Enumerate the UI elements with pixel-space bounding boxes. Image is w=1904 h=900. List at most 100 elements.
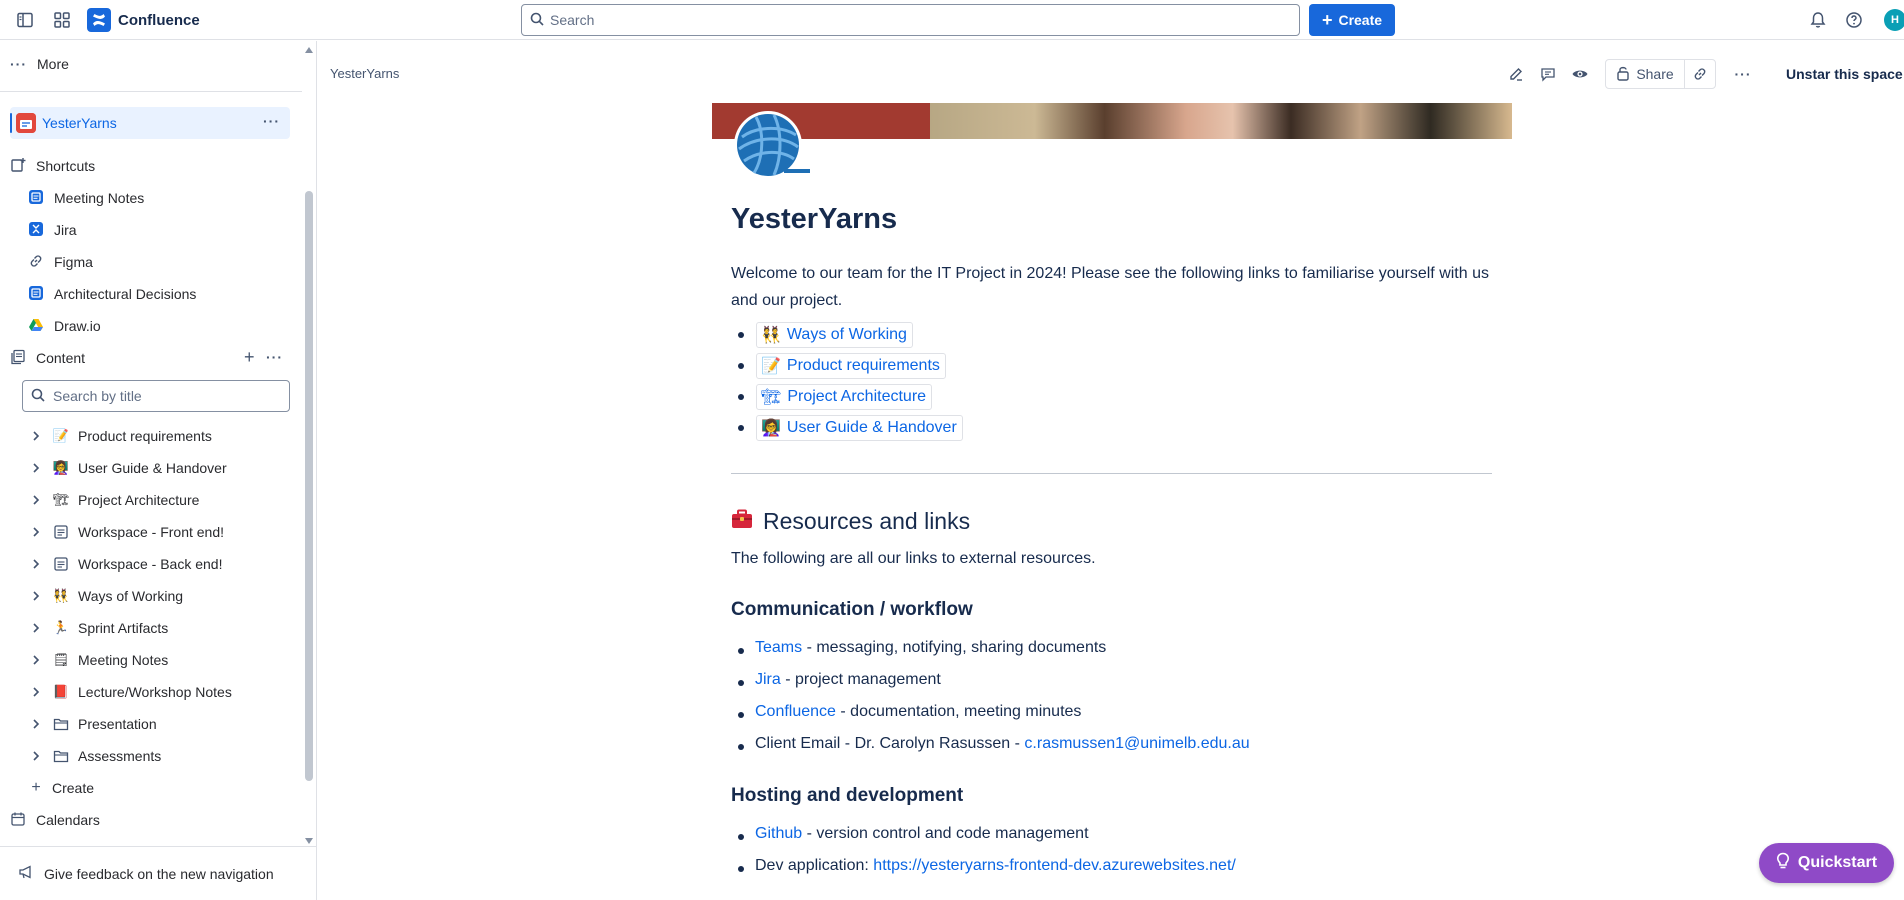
sidebar-toggle-icon[interactable] xyxy=(13,8,37,32)
share-button[interactable]: Share xyxy=(1605,59,1685,89)
comment-icon[interactable] xyxy=(1536,62,1560,86)
tree-item-presentation[interactable]: Presentation xyxy=(28,709,290,739)
scroll-down-arrow-icon[interactable] xyxy=(305,838,313,844)
search-input[interactable] xyxy=(550,12,1299,28)
shortcut-figma[interactable]: Figma xyxy=(28,247,308,277)
unstar-space-button[interactable]: Unstar this space xyxy=(1786,66,1903,82)
folder-icon xyxy=(52,716,70,732)
sidebar-calendars[interactable]: Calendars xyxy=(10,805,290,835)
bullet-dot xyxy=(738,712,744,718)
shortcut-label: Figma xyxy=(54,254,93,270)
chevron-right-icon[interactable] xyxy=(28,462,44,474)
chevron-right-icon[interactable] xyxy=(28,526,44,538)
list-item: Dev application: https://yesteryarns-fro… xyxy=(755,857,1236,875)
sidebar-space-yesteryarns[interactable]: YesterYarns ··· xyxy=(10,107,290,139)
inline-card-label: Product requirements xyxy=(786,357,940,374)
dev-application-link[interactable]: https://yesteryarns-frontend-dev.azurewe… xyxy=(873,857,1236,874)
chevron-right-icon[interactable] xyxy=(28,494,44,506)
notepad-emoji-icon: 🗒 xyxy=(52,652,70,667)
sidebar-content[interactable]: Content + ··· xyxy=(10,343,290,373)
list-item-text: - version control and code management xyxy=(802,825,1089,842)
tree-item-ways-of-working[interactable]: 👯 Ways of Working xyxy=(28,581,290,611)
list-item-text: - project management xyxy=(780,671,941,688)
more-actions-icon[interactable]: ··· xyxy=(1731,62,1755,86)
copy-link-icon[interactable] xyxy=(1684,59,1716,89)
notifications-bell-icon[interactable] xyxy=(1806,8,1830,32)
page-intro: Welcome to our team for the IT Project i… xyxy=(731,265,1489,309)
watch-eye-icon[interactable] xyxy=(1568,62,1592,86)
github-link[interactable]: Github xyxy=(755,825,802,842)
list-item: Teams - messaging, notifying, sharing do… xyxy=(755,639,1106,657)
confluence-logo[interactable]: Confluence xyxy=(87,8,200,32)
space-banner-image xyxy=(712,103,1512,139)
teams-link[interactable]: Teams xyxy=(755,639,802,656)
quickstart-button[interactable]: Quickstart xyxy=(1759,843,1894,883)
inline-card-ways-of-working[interactable]: 👯 Ways of Working xyxy=(756,322,913,348)
help-icon[interactable] xyxy=(1842,8,1866,32)
user-avatar[interactable]: H xyxy=(1884,9,1904,31)
calendar-icon xyxy=(10,811,26,830)
content-more-actions-icon[interactable]: ··· xyxy=(266,349,283,365)
feedback-link[interactable]: Give feedback on the new navigation xyxy=(0,846,316,900)
create-button[interactable]: + Create xyxy=(1309,4,1395,36)
shortcuts-label: Shortcuts xyxy=(36,158,96,174)
shortcut-drawio[interactable]: Draw.io xyxy=(28,311,308,341)
yarn-ball-icon xyxy=(730,107,814,181)
sidebar-scrollbar[interactable] xyxy=(302,41,316,851)
chevron-right-icon[interactable] xyxy=(28,654,44,666)
edit-pencil-icon[interactable] xyxy=(1504,62,1528,86)
list-item: Confluence - documentation, meeting minu… xyxy=(755,703,1081,721)
chevron-right-icon[interactable] xyxy=(28,686,44,698)
scroll-thumb[interactable] xyxy=(305,191,313,781)
sidebar-shortcuts[interactable]: Shortcuts xyxy=(10,151,290,181)
tree-item-lecture-notes[interactable]: 📕 Lecture/Workshop Notes xyxy=(28,677,290,707)
inline-card-user-guide[interactable]: 👩‍🏫 User Guide & Handover xyxy=(756,415,963,441)
shortcut-meeting-notes[interactable]: Meeting Notes xyxy=(28,183,308,213)
space-more-actions-icon[interactable]: ··· xyxy=(263,113,280,129)
resources-intro: The following are all our links to exter… xyxy=(731,550,1096,567)
tree-item-project-architecture[interactable]: 🏗 Project Architecture xyxy=(28,485,290,515)
people-emoji-icon: 👯 xyxy=(761,327,781,344)
confluence-link[interactable]: Confluence xyxy=(755,703,836,720)
sidebar-more-label: More xyxy=(37,56,69,72)
content-search-box[interactable] xyxy=(22,380,290,412)
chevron-right-icon[interactable] xyxy=(28,622,44,634)
content-search-input[interactable] xyxy=(53,388,289,404)
tree-item-label: Sprint Artifacts xyxy=(78,620,169,636)
tree-item-workspace-back-end[interactable]: Workspace - Back end! xyxy=(28,549,290,579)
shortcut-label: Meeting Notes xyxy=(54,190,145,206)
inline-card-project-architecture[interactable]: 🏗 Project Architecture xyxy=(756,384,933,410)
tree-item-user-guide[interactable]: 👩‍🏫 User Guide & Handover xyxy=(28,453,290,483)
inline-card-label: Project Architecture xyxy=(787,388,927,405)
communication-heading: Communication / workflow xyxy=(731,599,973,620)
chevron-right-icon[interactable] xyxy=(28,430,44,442)
shortcut-architectural-decisions[interactable]: Architectural Decisions xyxy=(28,279,308,309)
shortcut-jira[interactable]: Jira xyxy=(28,215,308,245)
jira-link[interactable]: Jira xyxy=(755,671,781,688)
jira-icon xyxy=(28,221,44,240)
client-email-link[interactable]: c.rasmussen1@unimelb.edu.au xyxy=(1024,735,1249,752)
memo-emoji-icon: 📝 xyxy=(52,428,70,443)
sidebar-create-page[interactable]: + Create xyxy=(28,773,290,803)
tree-item-workspace-front-end[interactable]: Workspace - Front end! xyxy=(28,517,290,547)
chevron-right-icon[interactable] xyxy=(28,750,44,762)
tree-item-assessments[interactable]: Assessments xyxy=(28,741,290,771)
add-content-plus-icon[interactable]: + xyxy=(244,347,255,368)
app-name: Confluence xyxy=(118,11,200,29)
tree-item-meeting-notes[interactable]: 🗒 Meeting Notes xyxy=(28,645,290,675)
global-search[interactable] xyxy=(521,4,1300,36)
space-avatar-icon xyxy=(16,113,36,133)
crane-emoji-icon: 🏗 xyxy=(52,492,70,507)
content-pages-icon xyxy=(10,349,26,368)
tree-item-sprint-artifacts[interactable]: 🏃 Sprint Artifacts xyxy=(28,613,290,643)
breadcrumb[interactable]: YesterYarns xyxy=(330,66,399,81)
sidebar-more[interactable]: ··· More xyxy=(10,49,290,79)
chevron-right-icon[interactable] xyxy=(28,590,44,602)
tree-item-product-requirements[interactable]: 📝 Product requirements xyxy=(28,421,290,451)
chevron-right-icon[interactable] xyxy=(28,718,44,730)
app-switcher-icon[interactable] xyxy=(50,8,74,32)
scroll-up-arrow-icon[interactable] xyxy=(305,47,313,53)
inline-card-product-requirements[interactable]: 📝 Product requirements xyxy=(756,353,946,379)
content-label: Content xyxy=(36,350,86,366)
chevron-right-icon[interactable] xyxy=(28,558,44,570)
